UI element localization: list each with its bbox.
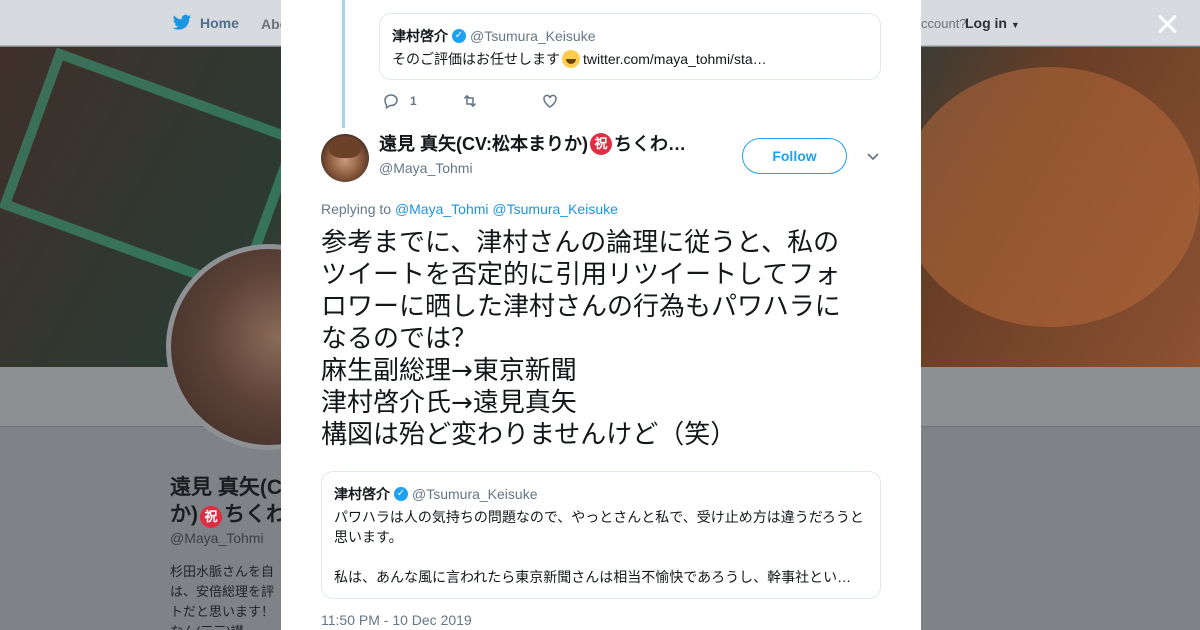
nav-home-label: Home: [200, 15, 239, 31]
login-label: Log in: [965, 15, 1007, 31]
tweet-actions: 1: [382, 92, 595, 110]
tweet-timestamp[interactable]: 11:50 PM - 10 Dec 2019: [321, 612, 472, 628]
profile-name-suffix: ちくわ: [224, 503, 287, 526]
mention-link[interactable]: @Tsumura_Keisuke: [492, 201, 618, 217]
account-prompt: ccount?: [921, 16, 967, 31]
profile-name-line2: か): [170, 503, 198, 526]
tweet-text: 参考までに、津村さんの論理に従うと、私の ツイートを否定的に引用リツイートしてフ…: [321, 227, 891, 451]
profile-bio: 杉田水脈さんを自 は、安倍総理を評 トだと思います！ なん(三三)讃: [170, 562, 282, 630]
tweet-text-line: 構図は殆ど変わりませんけど（笑）: [321, 420, 737, 450]
close-icon[interactable]: [1154, 11, 1180, 37]
author-handle[interactable]: @Maya_Tohmi: [379, 160, 473, 176]
profile-name: 遠見 真矢(C か) 祝ちくわ: [170, 474, 290, 528]
bio-line: 杉田水脈さんを自: [170, 564, 275, 579]
quoted-header: 津村啓介 ✓ @Tsumura_Keisuke: [334, 485, 868, 503]
caret-down-icon: ▼: [1010, 20, 1020, 30]
like-button[interactable]: [541, 92, 559, 110]
quoted-link[interactable]: twitter.com/maya_tohmi/sta…: [583, 51, 767, 67]
bio-line: トだと思います！: [170, 604, 275, 619]
tweet-text-line: 麻生副総理→東京新聞: [321, 356, 577, 386]
author-display-name[interactable]: 遠見 真矢(CV:松本まりか) 祝 ちくわ…: [379, 132, 686, 156]
bio-line: なん(三三)讃: [170, 622, 282, 630]
quoted-text-row: そのご評価はお任せします twitter.com/maya_tohmi/sta…: [392, 49, 868, 69]
login-link[interactable]: Log in ▼: [965, 15, 1020, 31]
thread-connector: [342, 0, 345, 128]
nav-home[interactable]: Home: [172, 14, 239, 32]
profile-handle: @Maya_Tohmi: [170, 530, 264, 546]
author-name-suffix: ちくわ…: [614, 134, 686, 154]
reply-button[interactable]: 1: [382, 92, 417, 110]
quoted-header: 津村啓介 ✓ @Tsumura_Keisuke: [392, 27, 868, 45]
verified-badge-icon: ✓: [394, 487, 408, 501]
grinning-emoji-icon: [562, 50, 580, 68]
heart-icon: [542, 94, 557, 108]
retweet-icon: [463, 94, 476, 108]
profile-name-line1: 遠見 真矢(C: [170, 476, 282, 499]
chevron-down-icon[interactable]: [866, 150, 880, 164]
follow-button[interactable]: Follow: [742, 138, 847, 174]
reply-icon: [384, 94, 398, 110]
bio-line: は、安倍総理を評: [170, 584, 275, 599]
mention-link[interactable]: @Maya_Tohmi: [395, 201, 489, 217]
banner-art-2: [900, 67, 1200, 327]
quoted-handle: @Tsumura_Keisuke: [412, 486, 538, 502]
celebration-badge-icon: 祝: [200, 506, 222, 528]
tweet-text-line: 参考までに、津村さんの論理に従うと、私の: [321, 228, 840, 258]
tweet-text-line: 津村啓介氏→遠見真矢: [321, 388, 577, 418]
tweet-text-line: なるのでは？: [321, 324, 478, 354]
twitter-bird-icon: [172, 14, 192, 30]
quoted-name: 津村啓介: [334, 486, 390, 502]
reply-count: 1: [410, 94, 417, 108]
verified-badge-icon: ✓: [452, 29, 466, 43]
quoted-body-line: パワハラは人の気持ちの問題なので、やっとさんと私で、受け止め方は違うだろうと: [334, 509, 864, 525]
quoted-body-line: 思います。: [334, 529, 403, 545]
celebration-badge-icon: 祝: [590, 133, 612, 155]
tweet-text-line: ロワーに晒した津村さんの行為もパワハラに: [321, 292, 841, 322]
quoted-text: そのご評価はお任せします: [392, 51, 560, 67]
author-avatar[interactable]: [321, 134, 369, 182]
quoted-name: 津村啓介: [392, 28, 448, 44]
quoted-tweet-card[interactable]: 津村啓介 ✓ @Tsumura_Keisuke パワハラは人の気持ちの問題なので…: [321, 471, 881, 599]
tweet-text-line: ツイートを否定的に引用リツイートしてフォ: [321, 260, 841, 290]
quoted-handle: @Tsumura_Keisuke: [470, 28, 596, 44]
tweet-modal: 津村啓介 ✓ @Tsumura_Keisuke そのご評価はお任せします twi…: [281, 0, 921, 630]
retweet-button[interactable]: [461, 92, 479, 110]
replying-prefix: Replying to: [321, 201, 392, 217]
author-name-text: 遠見 真矢(CV:松本まりか): [379, 134, 588, 154]
previous-quoted-tweet[interactable]: 津村啓介 ✓ @Tsumura_Keisuke そのご評価はお任せします twi…: [379, 13, 881, 80]
quoted-body: パワハラは人の気持ちの問題なので、やっとさんと私で、受け止め方は違うだろうと 思…: [334, 507, 868, 587]
replying-to: Replying to @Maya_Tohmi @Tsumura_Keisuke: [321, 201, 618, 217]
quoted-body-line: 私は、あんな風に言われたら東京新聞さんは相当不愉快であろうし、幹事社とい…: [334, 569, 852, 585]
